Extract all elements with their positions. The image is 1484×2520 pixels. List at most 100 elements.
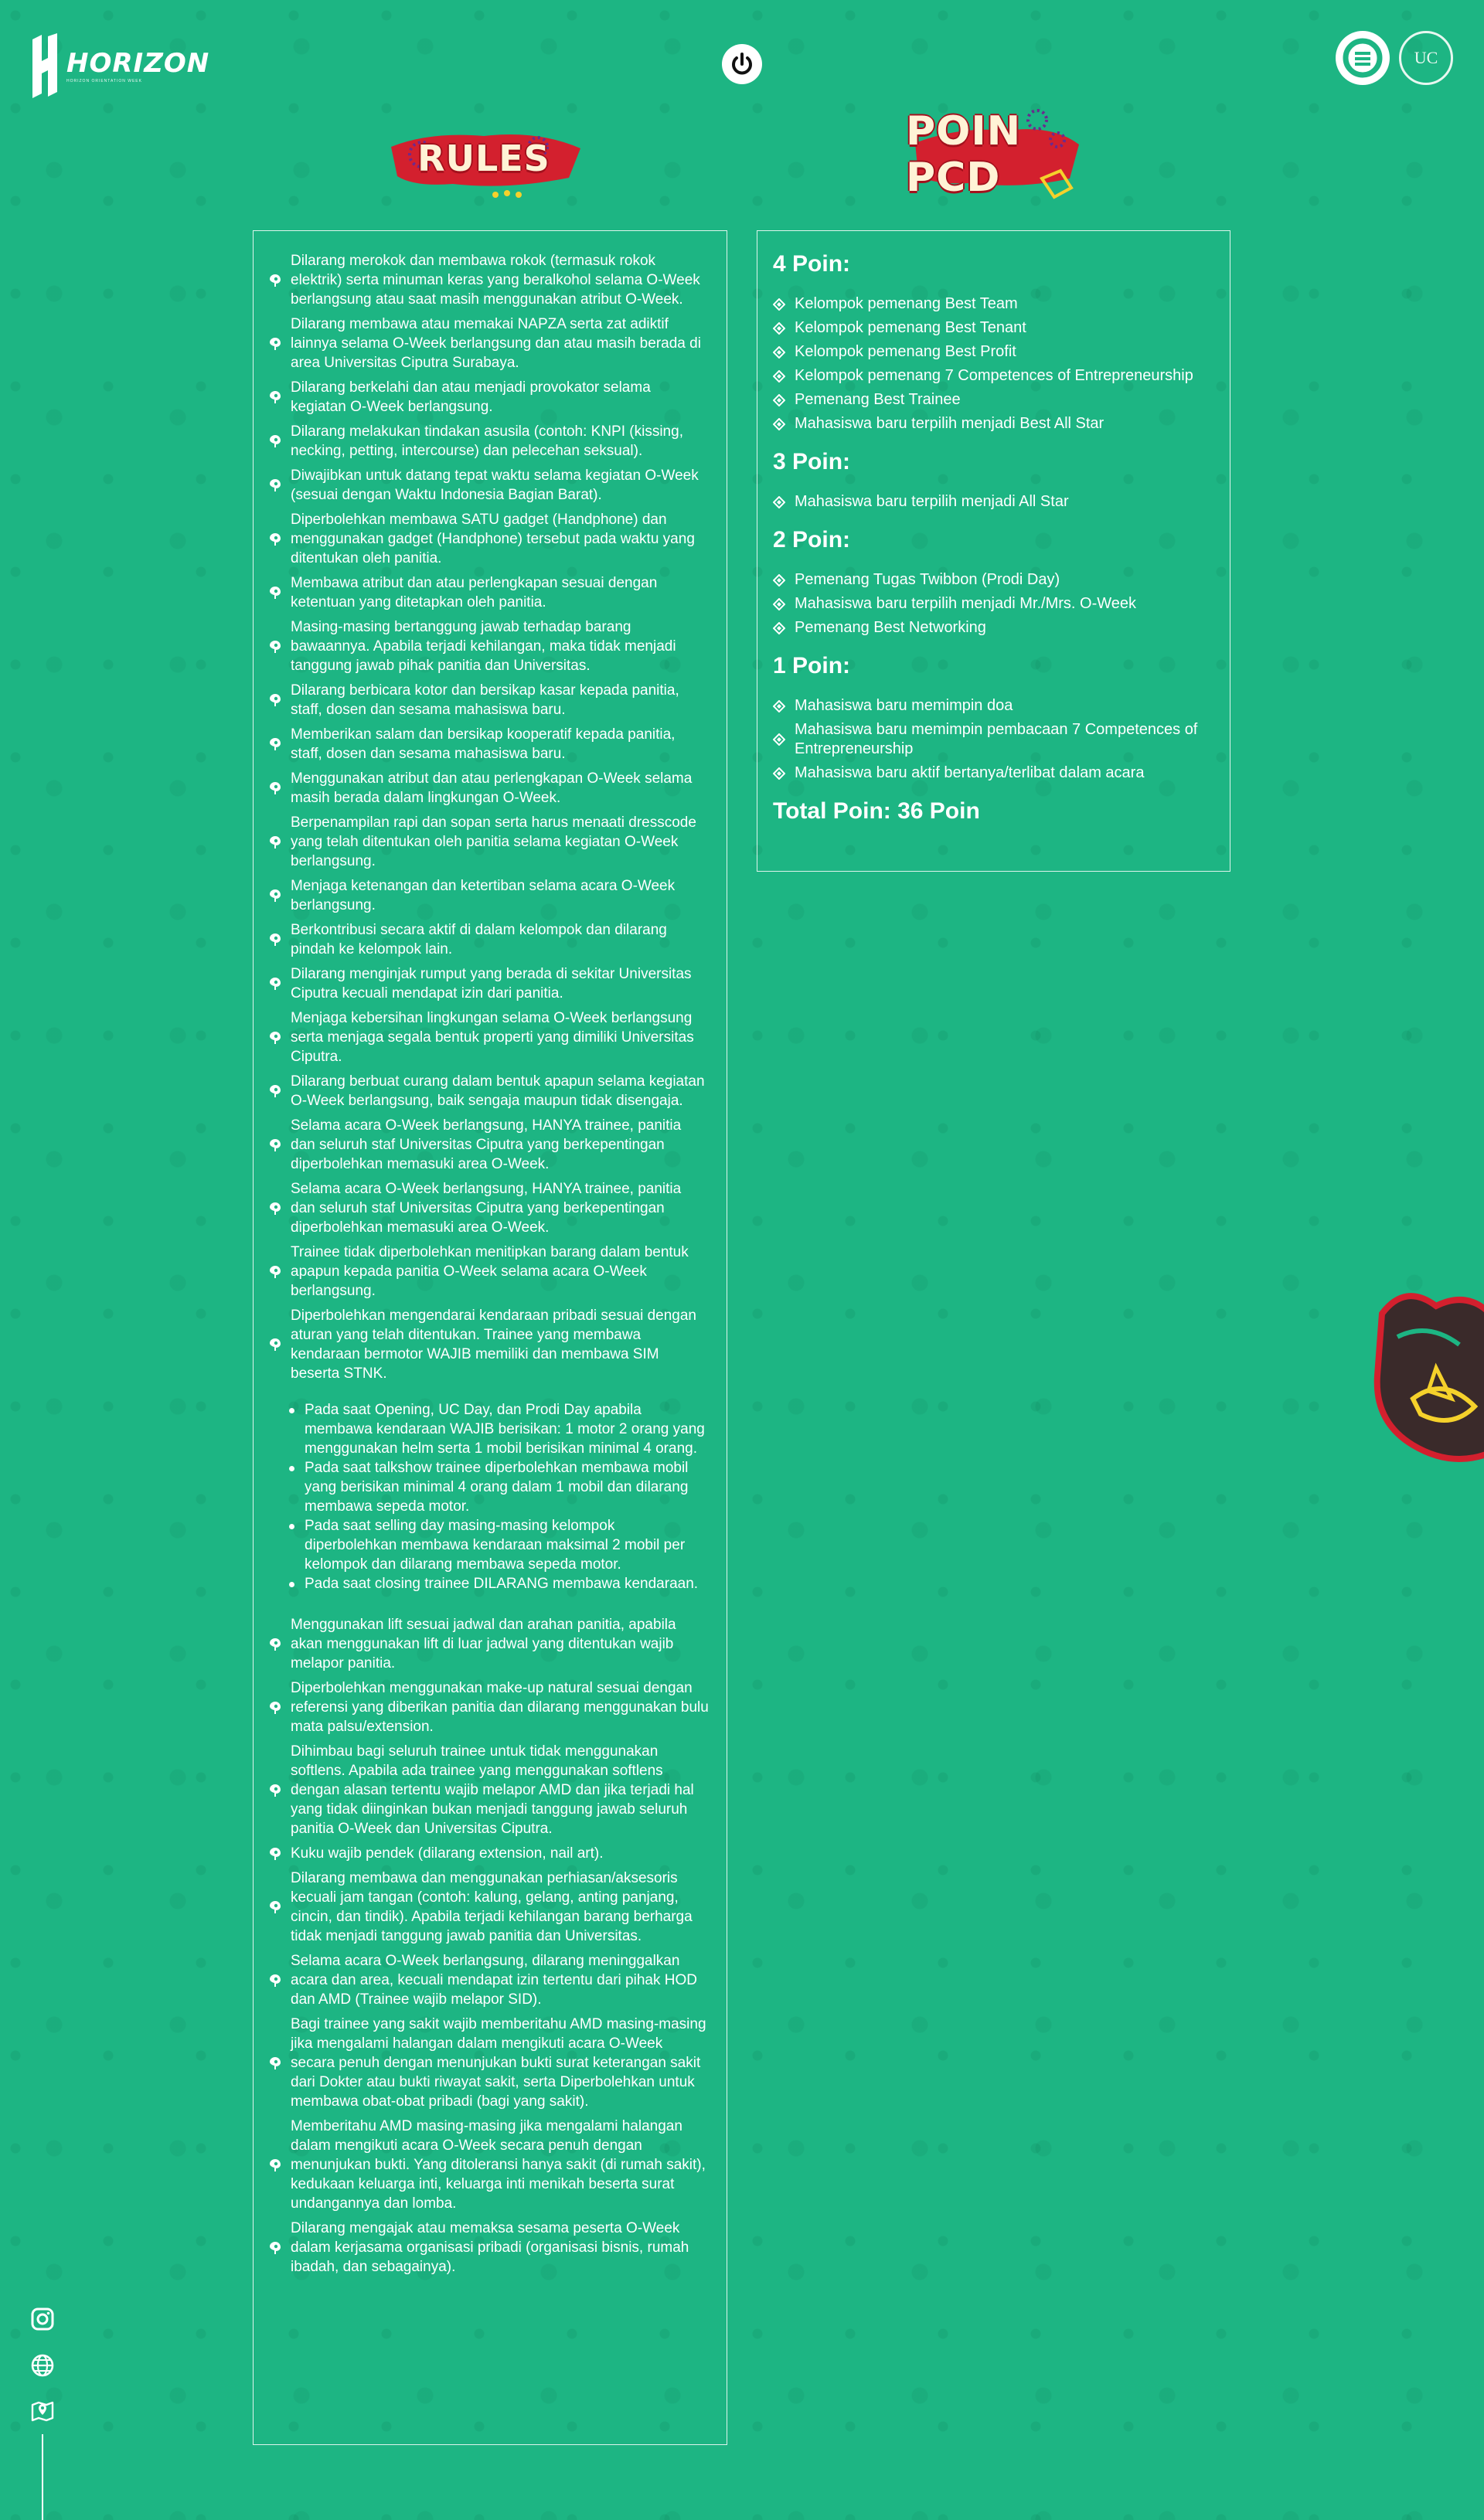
rule-bullet-icon	[270, 435, 281, 447]
map-link[interactable]	[29, 2397, 56, 2423]
rule-text: Dilarang melakukan tindakan asusila (con…	[291, 423, 683, 459]
rule-text: Memberikan salam dan bersikap kooperatif…	[291, 726, 676, 762]
rule-item: Memberitahu AMD masing-masing jika menga…	[269, 2117, 710, 2213]
vehicle-rules-sublist: Pada saat Opening, UC Day, dan Prodi Day…	[289, 1400, 710, 1593]
poin-groups: 4 Poin: Kelompok pemenang Best Team Kelomp…	[773, 251, 1214, 783]
rule-text: Berpenampilan rapi dan sopan serta harus…	[291, 814, 696, 869]
rule-bullet-icon	[270, 782, 281, 794]
diamond-bullet-icon	[773, 321, 785, 335]
poin-title-badge: POIN PCD	[906, 104, 1085, 205]
map-icon	[31, 2401, 54, 2422]
uc-logo-text: UC	[1414, 48, 1438, 67]
rule-bullet-icon	[270, 2056, 281, 2069]
poin-item: Mahasiswa baru terpilih menjadi Best All…	[773, 414, 1214, 434]
rule-text: Dilarang berkelahi dan atau menjadi prov…	[291, 379, 651, 415]
rule-bullet-icon	[270, 1138, 281, 1151]
rules-list: Dilarang merokok dan membawa rokok (term…	[269, 251, 710, 1383]
rule-bullet-icon	[270, 694, 281, 706]
partner-logo-1[interactable]	[1336, 31, 1390, 85]
rule-text: Berkontribusi secara aktif di dalam kelo…	[291, 922, 667, 957]
poin-panel: 4 Poin: Kelompok pemenang Best Team Kelomp…	[757, 230, 1230, 872]
poin-item: Pemenang Tugas Twibbon (Prodi Day)	[773, 570, 1214, 590]
poin-item: Mahasiswa baru memimpin doa	[773, 696, 1214, 716]
diamond-bullet-icon	[773, 699, 785, 712]
rule-text: Dilarang menginjak rumput yang berada di…	[291, 966, 692, 1002]
diamond-bullet-icon	[773, 417, 785, 430]
instagram-link[interactable]	[29, 2306, 56, 2332]
mask-decoration	[1367, 1283, 1484, 1468]
rule-bullet-icon	[270, 1637, 281, 1651]
rule-text: Dilarang merokok dan membawa rokok (term…	[291, 253, 700, 308]
rule-item: Dilarang membawa dan menggunakan perhias…	[269, 1869, 710, 1946]
poin-item-text: Mahasiswa baru terpilih menjadi Mr./Mrs.…	[795, 595, 1136, 612]
rule-text: Selama acara O-Week berlangsung, HANYA t…	[291, 1181, 682, 1236]
rule-text: Dilarang membawa dan menggunakan perhias…	[291, 1870, 693, 1944]
rule-item: Membawa atribut dan atau perlengkapan se…	[269, 573, 710, 612]
rule-item: Diwajibkan untuk datang tepat waktu sela…	[269, 466, 710, 505]
vehicle-rule-subitem: Pada saat closing trainee DILARANG memba…	[289, 1574, 710, 1593]
poin-item-text: Pemenang Tugas Twibbon (Prodi Day)	[795, 571, 1060, 588]
rule-item: Selama acara O-Week berlangsung, dilaran…	[269, 1951, 710, 2009]
poin-item-text: Mahasiswa baru memimpin pembacaan 7 Comp…	[795, 721, 1198, 757]
diamond-bullet-icon	[773, 573, 785, 587]
poin-group-heading: 1 Poin:	[773, 653, 851, 678]
poin-item: Mahasiswa baru memimpin pembacaan 7 Comp…	[773, 720, 1214, 759]
poin-item: Mahasiswa baru aktif bertanya/terlibat d…	[773, 763, 1214, 783]
rule-text: Menggunakan atribut dan atau perlengkapa…	[291, 770, 693, 806]
rule-item: Dilarang berkelahi dan atau menjadi prov…	[269, 378, 710, 417]
power-button[interactable]	[722, 44, 762, 84]
rule-bullet-icon	[270, 738, 281, 750]
poin-group: 4 Poin: Kelompok pemenang Best Team Kelomp…	[773, 251, 1214, 434]
rule-text: Memberitahu AMD masing-masing jika menga…	[291, 2118, 706, 2212]
rule-item: Berpenampilan rapi dan sopan serta harus…	[269, 813, 710, 871]
poin-item: Kelompok pemenang Best Profit	[773, 342, 1214, 362]
rule-bullet-icon	[270, 1901, 281, 1913]
rule-item: Dilarang berbuat curang dalam bentuk apa…	[269, 1072, 710, 1110]
poin-item-text: Kelompok pemenang Best Team	[795, 295, 1018, 312]
rule-item: Dilarang membawa atau memakai NAPZA sert…	[269, 315, 710, 372]
poin-item-text: Mahasiswa baru terpilih menjadi All Star	[795, 493, 1069, 510]
poin-item-text: Mahasiswa baru aktif bertanya/terlibat d…	[795, 764, 1145, 781]
globe-icon	[31, 2354, 54, 2377]
horizon-logo-subtext: HORIZON ORIENTATION WEEK	[66, 79, 142, 83]
rule-text: Diperbolehkan menggunakan make-up natura…	[291, 1680, 709, 1735]
rule-bullet-icon	[270, 1784, 281, 1797]
rule-text: Dihimbau bagi seluruh trainee untuk tida…	[291, 1743, 694, 1837]
rule-text: Menjaga ketenangan dan ketertiban selama…	[291, 878, 676, 913]
diamond-bullet-icon	[773, 597, 785, 610]
website-link[interactable]	[29, 2352, 56, 2379]
poin-item: Pemenang Best Networking	[773, 618, 1214, 638]
diamond-bullet-icon	[773, 393, 785, 406]
rule-item: Kuku wajib pendek (dilarang extension, n…	[269, 1844, 710, 1863]
horizon-logo[interactable]: HORIZON HORIZON ORIENTATION WEEK	[28, 31, 209, 100]
poin-item-text: Mahasiswa baru terpilih menjadi Best All…	[795, 415, 1104, 432]
rule-bullet-icon	[270, 889, 281, 902]
poin-item: Kelompok pemenang 7 Competences of Entre…	[773, 366, 1214, 386]
rule-text: Dilarang berbuat curang dalam bentuk apa…	[291, 1073, 705, 1109]
rule-item: Diperbolehkan membawa SATU gadget (Handp…	[269, 510, 710, 568]
poin-group-heading: 2 Poin:	[773, 527, 851, 553]
rule-item: Dihimbau bagi seluruh trainee untuk tida…	[269, 1742, 710, 1838]
rule-bullet-icon	[270, 1265, 281, 1278]
rule-bullet-icon	[270, 640, 281, 653]
rule-item: Bagi trainee yang sakit wajib memberitah…	[269, 2015, 710, 2111]
poin-item: Pemenang Best Trainee	[773, 390, 1214, 410]
rules-title: RULES	[417, 138, 550, 179]
rule-bullet-icon	[270, 587, 281, 599]
uc-logo[interactable]: UC	[1399, 31, 1453, 85]
rule-item: Diperbolehkan mengendarai kendaraan prib…	[269, 1306, 710, 1383]
poin-group-heading: 3 Poin:	[773, 449, 851, 474]
rule-text: Membawa atribut dan atau perlengkapan se…	[291, 575, 658, 610]
poin-item-text: Kelompok pemenang Best Profit	[795, 343, 1016, 360]
rule-bullet-icon	[270, 1847, 281, 1860]
social-divider-line	[42, 2434, 43, 2520]
rule-bullet-icon	[270, 479, 281, 491]
rule-item: Menjaga kebersihan lingkungan selama O-W…	[269, 1008, 710, 1066]
diamond-bullet-icon	[773, 495, 785, 508]
rule-item: Dilarang menginjak rumput yang berada di…	[269, 964, 710, 1003]
rules-list-continued: Menggunakan lift sesuai jadwal dan araha…	[269, 1615, 710, 2277]
rule-bullet-icon	[270, 1701, 281, 1714]
diamond-bullet-icon	[773, 733, 785, 746]
rule-item: Dilarang melakukan tindakan asusila (con…	[269, 422, 710, 461]
rule-text: Menggunakan lift sesuai jadwal dan araha…	[291, 1617, 676, 1671]
